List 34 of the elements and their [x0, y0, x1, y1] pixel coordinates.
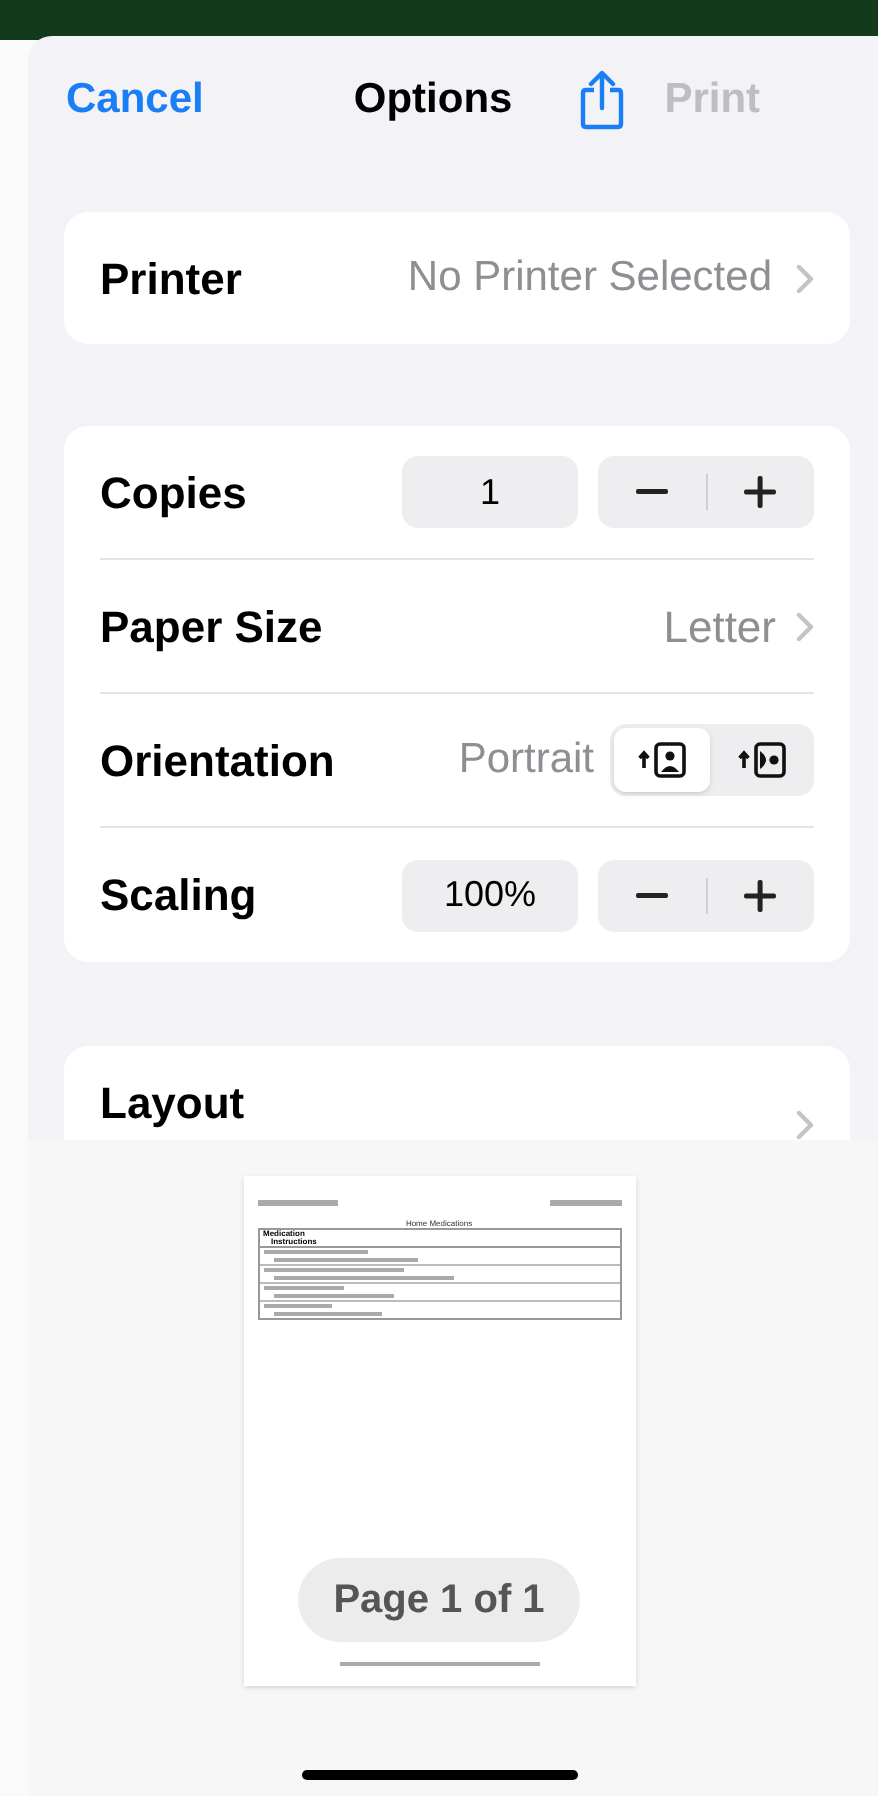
text-line	[273, 1294, 393, 1298]
setting-label: Scaling	[100, 868, 257, 924]
text-line	[263, 1286, 343, 1290]
setting-value: Letter	[663, 599, 776, 655]
setting-label: Printer	[100, 251, 242, 307]
value-field[interactable]: 1	[402, 456, 578, 528]
setting-label: Paper Size	[100, 599, 323, 656]
sheet-title: Options	[353, 74, 513, 127]
printer-row[interactable]: Printer No Printer Selected	[64, 212, 850, 344]
stepper[interactable]	[598, 456, 814, 528]
text-line	[263, 1250, 367, 1254]
chevron-icon	[796, 1110, 814, 1140]
share-icon[interactable]	[580, 70, 625, 130]
text-line	[263, 1304, 331, 1308]
setting-label: Layout	[100, 1076, 245, 1132]
printer-value: No Printer Selected	[407, 252, 772, 305]
text-line	[263, 1268, 403, 1272]
value-field[interactable]: 100%	[402, 859, 578, 931]
text-line	[273, 1258, 417, 1262]
stepper[interactable]	[598, 859, 814, 931]
text-line	[257, 1200, 337, 1206]
setting-label: Copies	[100, 465, 247, 522]
portrait-icon	[638, 742, 686, 778]
setting-label: Orientation	[100, 733, 335, 789]
text-line	[273, 1312, 381, 1316]
cancel-button[interactable]: Cancel	[66, 68, 204, 132]
chevron-icon	[796, 611, 814, 641]
setting-value: Portrait	[458, 734, 594, 787]
orientation-segment[interactable]	[614, 728, 710, 792]
chevron-icon	[796, 263, 814, 293]
landscape-icon	[738, 742, 786, 778]
layout-row[interactable]: Layout	[64, 1046, 850, 1140]
text-line	[549, 1200, 621, 1206]
page-label: Page 1 of 1	[297, 1558, 581, 1642]
